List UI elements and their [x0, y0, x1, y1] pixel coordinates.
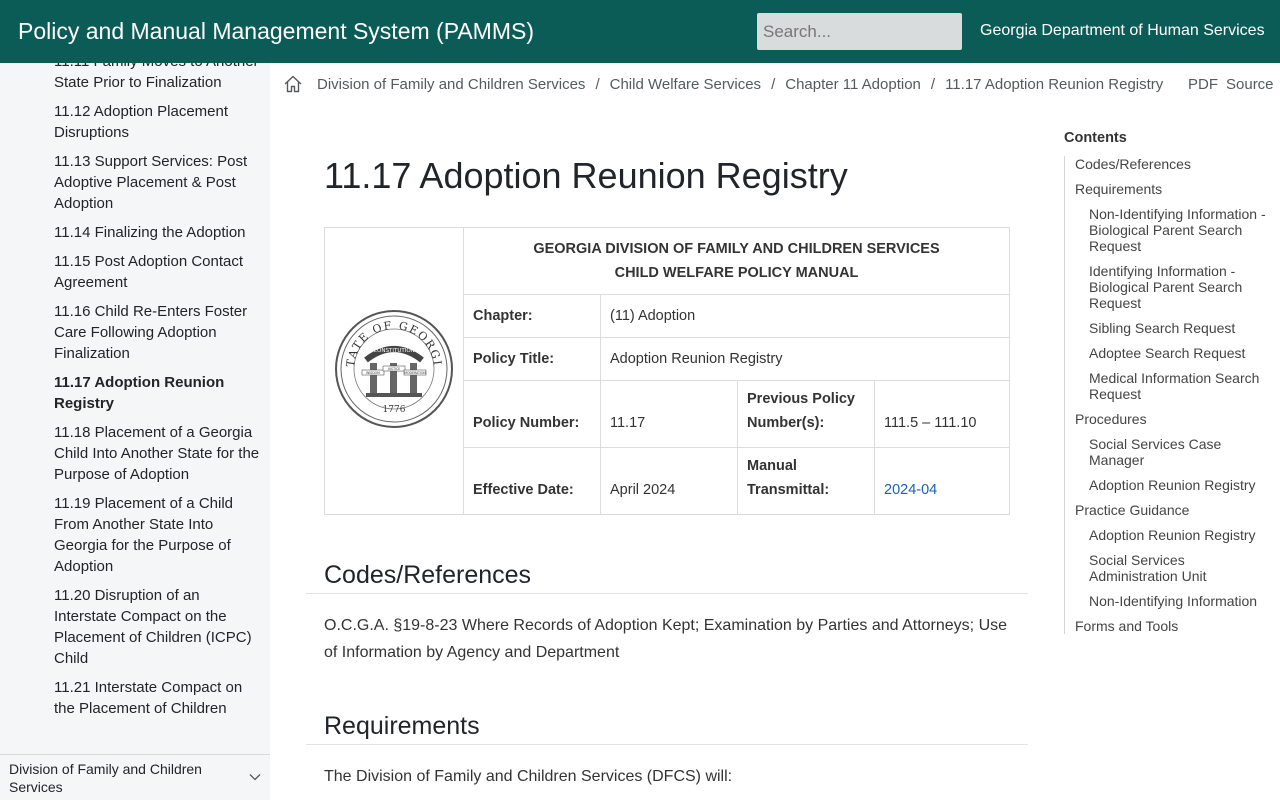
toc-item-reunion-registry-guidance[interactable]: Adoption Reunion Registry — [1075, 527, 1274, 543]
sidebar-item[interactable]: 11.18 Placement of a Georgia Child Into … — [54, 422, 260, 485]
top-header: Policy and Manual Management System (PAM… — [0, 0, 1280, 63]
previous-policy-label: Previous Policy Number(s): — [737, 380, 875, 448]
toc-item-requirements[interactable]: Requirements — [1075, 181, 1274, 197]
manual-transmittal-cell: 2024-04 — [874, 447, 1010, 515]
manual-transmittal-label: Manual Transmittal: — [737, 447, 875, 515]
breadcrumb-separator: / — [595, 75, 600, 93]
site-title[interactable]: Policy and Manual Management System (PAM… — [18, 18, 534, 45]
manual-transmittal-link[interactable]: 2024-04 — [884, 482, 937, 498]
sidebar-item[interactable]: 11.13 Support Services: Post Adoptive Pl… — [54, 151, 260, 214]
page-title: 11.17 Adoption Reunion Registry — [324, 155, 848, 196]
toc-item-forms-tools[interactable]: Forms and Tools — [1075, 618, 1274, 634]
chapter-label: Chapter: — [463, 294, 601, 338]
policy-number-value: 11.17 — [600, 380, 738, 448]
policy-title-label: Policy Title: — [463, 337, 601, 381]
policy-info-table: STATE OF GEORGIA CONSTITUTION WISDOM JUS… — [324, 227, 1010, 515]
toc-item-identifying-search[interactable]: Identifying Information - Biological Par… — [1075, 263, 1274, 311]
policy-number-label: Policy Number: — [463, 380, 601, 448]
toc-item-reunion-registry[interactable]: Adoption Reunion Registry — [1075, 477, 1274, 493]
search-input[interactable] — [757, 13, 962, 50]
sidebar: 11.11 Family Moves to Another State Prio… — [0, 63, 270, 754]
breadcrumb-separator: / — [771, 75, 776, 93]
breadcrumb: Division of Family and Children Services… — [283, 74, 1163, 94]
chevron-down-icon — [249, 774, 261, 781]
home-icon[interactable] — [283, 74, 303, 94]
seal-year: 1776 — [383, 405, 406, 415]
sidebar-item[interactable]: 11.19 Placement of a Child From Another … — [54, 493, 260, 577]
toc-item-administration-unit[interactable]: Social Services Administration Unit — [1075, 552, 1274, 584]
sidebar-section-selector[interactable]: Division of Family and Children Services — [0, 754, 270, 800]
manual-header-line2: CHILD WELFARE POLICY MANUAL — [614, 265, 859, 281]
breadcrumb-separator: / — [930, 75, 936, 93]
table-of-contents: Contents Codes/References Requirements N… — [1064, 130, 1274, 643]
manual-header-line1: GEORGIA DIVISION OF FAMILY AND CHILDREN … — [533, 241, 940, 257]
codes-heading: Codes/References — [324, 561, 532, 589]
georgia-seal-icon: STATE OF GEORGIA CONSTITUTION WISDOM JUS… — [328, 298, 453, 428]
seal-word: WISDOM — [366, 371, 380, 375]
breadcrumb-item[interactable]: Child Welfare Services — [610, 76, 761, 93]
toc-item-case-manager[interactable]: Social Services Case Manager — [1075, 436, 1274, 468]
requirements-text: The Division of Family and Children Serv… — [324, 768, 733, 785]
sidebar-item[interactable]: 11.21 Interstate Compact on the Placemen… — [54, 677, 260, 719]
sidebar-item[interactable]: 11.16 Child Re-Enters Foster Care Follow… — [54, 301, 260, 364]
source-link[interactable]: Source — [1226, 76, 1274, 93]
breadcrumb-item[interactable]: Division of Family and Children Services — [317, 76, 585, 93]
toc-item-practice-guidance[interactable]: Practice Guidance — [1075, 502, 1274, 518]
sidebar-item[interactable]: 11.14 Finalizing the Adoption — [54, 222, 260, 243]
toc-item-adoptee-search[interactable]: Adoptee Search Request — [1075, 345, 1274, 361]
sidebar-item[interactable]: 11.15 Post Adoption Contact Agreement — [54, 251, 260, 293]
sidebar-item-active[interactable]: 11.17 Adoption Reunion Registry — [54, 372, 260, 414]
toc-item-non-identifying-info[interactable]: Non-Identifying Information — [1075, 593, 1274, 609]
seal-word: JUSTICE — [387, 367, 400, 371]
effective-date-value: April 2024 — [600, 447, 738, 515]
chapter-value: (11) Adoption — [600, 294, 1010, 338]
toc-item-codes-references[interactable]: Codes/References — [1075, 156, 1274, 172]
sidebar-nav-list: 11.11 Family Moves to Another State Prio… — [54, 63, 260, 727]
toc-title: Contents — [1064, 130, 1127, 146]
seal-band-text: CONSTITUTION — [373, 348, 415, 354]
codes-text: O.C.G.A. §19-8-23 Where Records of Adopt… — [324, 617, 1008, 661]
pdf-link[interactable]: PDF — [1188, 76, 1218, 93]
breadcrumb-item[interactable]: Chapter 11 Adoption — [785, 76, 921, 93]
toc-item-sibling-search[interactable]: Sibling Search Request — [1075, 320, 1274, 336]
sidebar-item[interactable]: 11.20 Disruption of an Interstate Compac… — [54, 585, 260, 669]
seal-word: MODERATION — [404, 371, 426, 375]
document-links: PDF Source — [1188, 76, 1280, 93]
policy-title-value: Adoption Reunion Registry — [600, 337, 1010, 381]
sidebar-section-label: Division of Family and Children Services — [9, 761, 202, 795]
effective-date-label: Effective Date: — [463, 447, 601, 515]
department-link[interactable]: Georgia Department of Human Services — [980, 22, 1265, 40]
section-divider — [306, 744, 1028, 745]
toc-list: Codes/References Requirements Non-Identi… — [1064, 156, 1274, 634]
manual-header: GEORGIA DIVISION OF FAMILY AND CHILDREN … — [463, 227, 1010, 295]
requirements-heading: Requirements — [324, 712, 480, 740]
section-divider — [306, 593, 1028, 594]
toc-item-medical-search[interactable]: Medical Information Search Request — [1075, 370, 1274, 402]
previous-policy-value: 111.5 – 111.10 — [874, 380, 1010, 448]
toc-item-non-identifying-search[interactable]: Non-Identifying Information - Biological… — [1075, 206, 1274, 254]
seal-cell: STATE OF GEORGIA CONSTITUTION WISDOM JUS… — [324, 227, 464, 515]
breadcrumb-item-current[interactable]: 11.17 Adoption Reunion Registry — [945, 76, 1163, 93]
sidebar-item[interactable]: 11.11 Family Moves to Another State Prio… — [54, 63, 260, 93]
toc-item-procedures[interactable]: Procedures — [1075, 411, 1274, 427]
sidebar-item[interactable]: 11.12 Adoption Placement Disruptions — [54, 101, 260, 143]
